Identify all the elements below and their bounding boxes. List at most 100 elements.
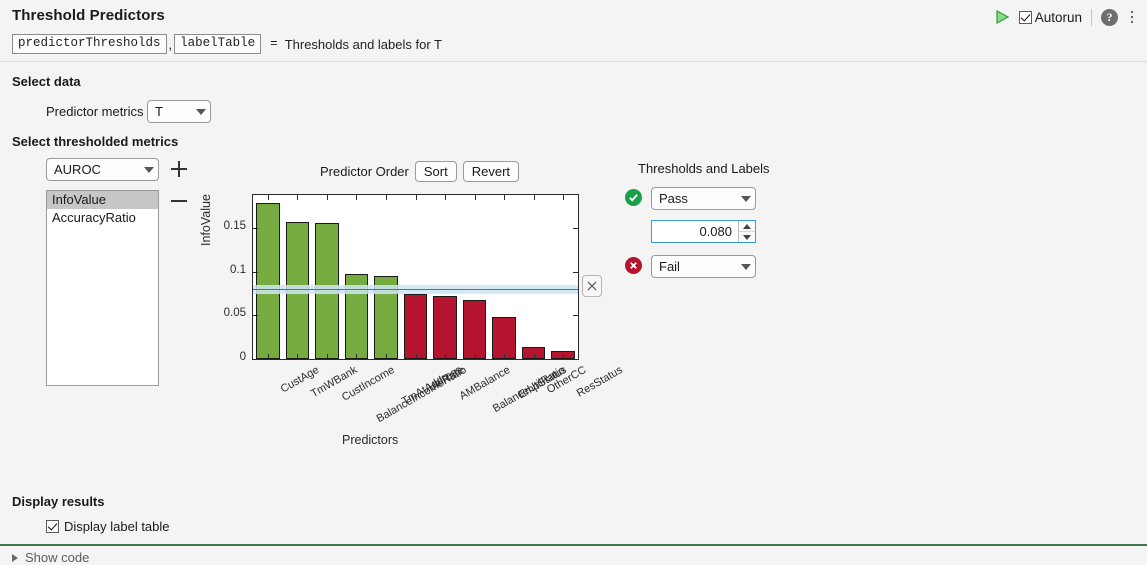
chart-x-tick-mark <box>356 195 358 200</box>
thresholded-metrics-listbox[interactable]: InfoValue AccuracyRatio <box>46 190 159 386</box>
chart-x-tick-mark <box>445 354 447 359</box>
pass-label-value: Pass <box>659 191 688 206</box>
threshold-value-stepper[interactable]: 0.080 <box>651 220 756 243</box>
spinner-up-icon[interactable] <box>739 221 755 232</box>
revert-button[interactable]: Revert <box>462 161 520 182</box>
chevron-right-icon <box>12 553 18 562</box>
chart-x-tick-mark <box>474 354 476 359</box>
display-label-table-label: Display label table <box>64 519 170 534</box>
predictor-metrics-label: Predictor metrics <box>46 104 144 119</box>
chart-y-tick-label: 0.15 <box>223 219 246 232</box>
chart-x-tick-mark <box>415 354 417 359</box>
chart-bar[interactable] <box>403 294 428 359</box>
fail-label-value: Fail <box>659 259 680 274</box>
chart-axes <box>252 194 579 360</box>
display-label-table-checkbox[interactable] <box>46 520 59 533</box>
section-label-select-thresholded-metrics: Select thresholded metrics <box>12 134 179 149</box>
chart-y-tick-mark <box>253 271 258 273</box>
chart-x-tick-mark <box>415 195 417 200</box>
autorun-label: Autorun <box>1034 9 1082 25</box>
help-question-icon[interactable]: ? <box>1101 8 1118 26</box>
list-item[interactable]: AccuracyRatio <box>47 209 158 227</box>
chevron-down-icon <box>192 101 210 122</box>
output-variable-2[interactable]: labelTable <box>174 34 262 54</box>
close-chart-icon[interactable] <box>582 275 602 297</box>
signature-equals: = <box>270 37 278 51</box>
threshold-line[interactable] <box>253 288 578 291</box>
chart-x-tick-mark <box>563 195 565 200</box>
chevron-down-icon <box>737 188 755 209</box>
page-title: Threshold Predictors <box>12 7 165 24</box>
footer-rule <box>0 544 1147 546</box>
spinner-down-icon[interactable] <box>739 232 755 242</box>
sort-button[interactable]: Sort <box>414 161 457 182</box>
chart-x-tick-mark <box>267 195 269 200</box>
predictor-metrics-dropdown[interactable]: T <box>147 100 211 123</box>
app-header: Threshold Predictors predictorThresholds… <box>0 0 1147 62</box>
chart-x-tick-mark <box>356 354 358 359</box>
add-metric-icon[interactable] <box>171 159 187 179</box>
chart-x-tick-mark <box>504 195 506 200</box>
predictor-metrics-value: T <box>155 104 163 119</box>
predictor-order-controls: Predictor Order Sort Revert <box>320 161 520 182</box>
chevron-down-icon <box>140 159 158 180</box>
chart-x-tick-mark <box>533 195 535 200</box>
header-controls: Autorun ? <box>992 4 1139 30</box>
error-circle-icon <box>625 257 642 274</box>
metric-dropdown-value: AUROC <box>54 162 101 177</box>
stepper-buttons <box>738 221 755 242</box>
list-item[interactable]: InfoValue <box>47 191 158 209</box>
chart-bar[interactable] <box>433 296 457 359</box>
chart-x-axis-label: Predictors <box>342 433 399 447</box>
chart-x-tick-mark <box>385 354 387 359</box>
chart-y-tick-mark <box>573 359 578 360</box>
signature-comma: , <box>168 36 173 52</box>
chart-x-tick-mark <box>326 354 328 359</box>
output-variable-1[interactable]: predictorThresholds <box>12 34 167 54</box>
autorun-checkbox[interactable] <box>1018 10 1032 24</box>
infovalue-bar-chart: InfoValue Predictors 0 0.05 0.1 0.15 CustAge… <box>199 188 625 447</box>
display-label-table-toggle[interactable]: Display label table <box>46 519 170 534</box>
chart-x-tick-mark <box>445 195 447 200</box>
metric-dropdown[interactable]: AUROC <box>46 158 159 181</box>
kebab-menu-icon[interactable] <box>1125 7 1139 27</box>
check-circle-icon <box>625 189 642 206</box>
chart-x-tick-mark <box>563 354 565 359</box>
autorun-toggle[interactable]: Autorun <box>1018 9 1082 25</box>
run-play-icon[interactable] <box>992 7 1012 27</box>
chart-y-tick-mark <box>253 315 258 317</box>
chart-x-tick-mark <box>297 354 299 359</box>
chart-x-tick-mark <box>533 354 535 359</box>
chart-y-tick-label: 0 <box>239 351 246 363</box>
show-code-label: Show code <box>25 550 90 565</box>
pass-label-dropdown[interactable]: Pass <box>651 187 756 210</box>
chart-x-tick-mark <box>297 195 299 200</box>
show-code-toggle[interactable]: Show code <box>12 550 89 565</box>
chart-bar[interactable] <box>492 317 516 359</box>
chart-x-tick-mark <box>504 354 506 359</box>
signature-description: Thresholds and labels for T <box>284 36 442 52</box>
chevron-down-icon <box>737 256 755 277</box>
chart-y-axis-label: InfoValue <box>199 194 213 246</box>
remove-metric-icon[interactable] <box>171 195 187 207</box>
thresholds-panel-title: Thresholds and Labels <box>638 161 770 176</box>
task-signature: predictorThresholds , labelTable = Thres… <box>12 34 442 54</box>
chart-x-tick-mark <box>385 195 387 200</box>
chart-y-tick-label: 0.1 <box>230 263 246 276</box>
header-divider <box>1091 8 1092 26</box>
threshold-value-input[interactable]: 0.080 <box>652 221 738 242</box>
chart-plot-area <box>253 195 578 359</box>
fail-label-dropdown[interactable]: Fail <box>651 255 756 278</box>
chart-y-tick-mark <box>253 359 258 360</box>
chart-y-tick-mark <box>573 315 578 317</box>
chart-x-tick-mark <box>474 195 476 200</box>
chart-bar[interactable] <box>255 203 280 359</box>
chart-bar[interactable] <box>462 299 487 359</box>
section-label-display-results: Display results <box>12 494 105 509</box>
predictor-order-label: Predictor Order <box>320 164 409 179</box>
chart-y-tick-mark <box>573 271 578 273</box>
chart-y-tick-mark <box>253 227 258 229</box>
chart-y-tick-mark <box>573 227 578 229</box>
chart-x-tick-mark <box>267 354 269 359</box>
section-label-select-data: Select data <box>12 74 81 89</box>
